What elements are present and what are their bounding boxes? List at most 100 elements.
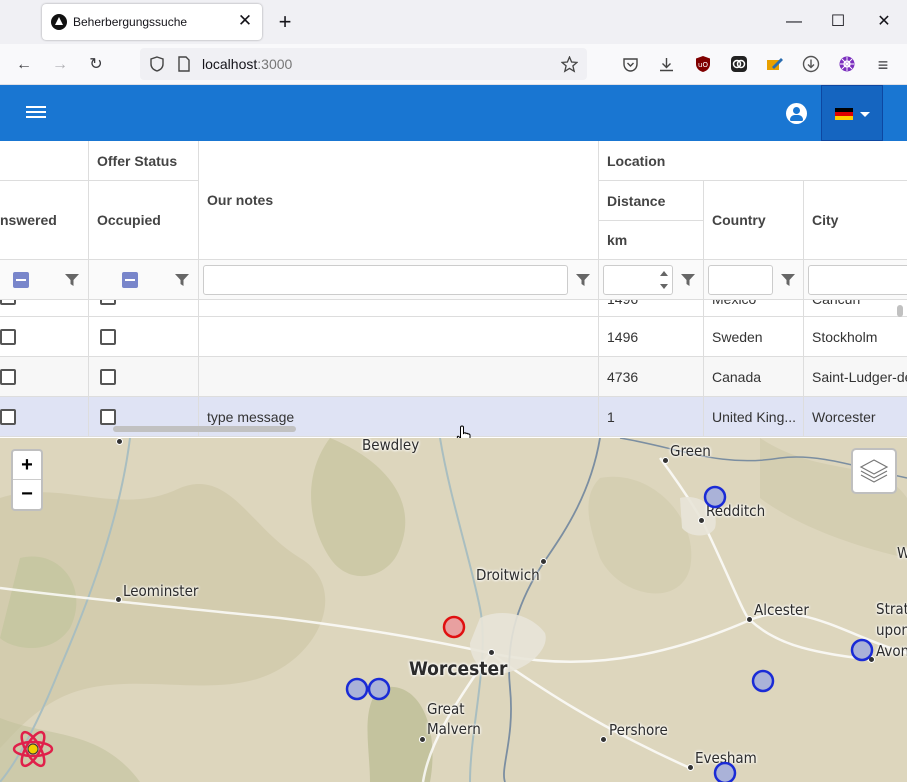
town-dot [488,649,495,656]
place-label-worcester: Worcester [409,658,508,680]
header-location: Location [599,141,907,181]
forward-icon[interactable]: → [47,52,73,78]
tri-state-checkbox[interactable] [13,272,29,288]
horizontal-scrollbar[interactable] [0,425,907,433]
spin-up-icon[interactable] [660,271,668,276]
zoom-out-button[interactable]: − [13,480,41,509]
town-dot [868,656,875,663]
header-distance-unit: km [599,221,704,260]
place-label-stratford-2: upon [876,621,907,639]
filter-icon[interactable] [576,273,590,287]
place-label-stratford-3: Avon [876,642,907,660]
browser-menu-icon[interactable]: ≡ [870,52,896,78]
extension-link-icon[interactable] [730,55,748,73]
tri-state-checkbox[interactable] [122,272,138,288]
checkbox[interactable] [0,409,16,425]
city-filter-input[interactable] [808,265,907,295]
back-icon[interactable]: ← [11,52,37,78]
filter-icon[interactable] [175,273,189,287]
url-host: localhost [202,56,258,72]
town-dot [746,616,753,623]
scrollbar-thumb[interactable] [113,426,296,432]
spin-down-icon[interactable] [660,284,668,289]
filter-occupied [89,260,199,300]
vertical-scrollbar-thumb[interactable] [897,305,903,317]
german-flag-icon [835,108,853,120]
filter-icon[interactable] [781,273,795,287]
layers-button[interactable] [851,448,897,494]
header-offer-status: Offer Status [89,141,199,181]
table-row[interactable]: 1496 Sweden Stockholm [0,317,907,357]
place-label-droitwich: Droitwich [476,566,540,584]
checkbox[interactable] [100,409,116,425]
place-label-leominster: Leominster [123,582,199,600]
shield-icon[interactable] [149,56,165,72]
react-devtools-icon[interactable] [12,728,54,770]
header-city[interactable]: City [804,181,907,260]
svg-text:uO: uO [698,61,708,69]
browser-tab[interactable]: Beherbergungssuche ✕ [42,4,262,40]
filter-country [704,260,804,300]
checkbox[interactable] [0,329,16,345]
caret-down-icon [860,112,870,117]
town-dot [698,517,705,524]
download-icon[interactable] [658,56,675,73]
notes-cell[interactable] [199,357,599,397]
filter-icon[interactable] [65,273,79,287]
tab-title: Beherbergungssuche [73,15,188,29]
window-close-icon[interactable]: ✕ [869,8,899,36]
table-row[interactable]: 4736 Canada Saint-Ludger-de [0,357,907,397]
pocket-icon[interactable] [622,56,639,73]
header-our-notes[interactable]: Our notes [199,141,599,260]
town-dot [115,596,122,603]
account-icon[interactable] [786,103,807,124]
place-label-green: Green [670,442,711,460]
zoom-control: + − [11,449,43,511]
maximize-icon[interactable]: ☐ [823,8,853,36]
minimize-icon[interactable]: — [779,8,809,36]
extension-flower-icon[interactable] [838,55,856,73]
ublock-icon[interactable]: uO [694,55,712,73]
place-label-redditch: Redditch [706,502,766,520]
extension-download-icon[interactable] [802,55,820,73]
town-dot [600,736,607,743]
notes-filter-input[interactable] [203,265,568,295]
place-label-great: Great [427,700,465,718]
filter-city [804,260,907,300]
bookmark-star-icon[interactable] [561,56,578,73]
header-occupied[interactable]: Occupied [89,181,199,260]
checkbox[interactable] [100,329,116,345]
filter-distance [599,260,704,300]
town-dot [687,764,694,771]
filter-icon[interactable] [681,273,695,287]
town-dot [662,457,669,464]
checkbox[interactable] [0,369,16,385]
city-cell: Stockholm [804,317,907,357]
country-filter-input[interactable] [708,265,773,295]
place-label-stratford-1: Strat [876,600,907,618]
town-dot [116,438,123,445]
header-distance[interactable]: Distance [599,181,704,221]
place-label-edge: W [897,544,907,562]
layers-icon [859,459,889,483]
notes-cell[interactable] [199,317,599,357]
answered-cell [0,357,89,397]
zoom-in-button[interactable]: + [13,451,41,480]
url-bar[interactable]: localhost:3000 [140,48,587,80]
checkbox[interactable] [100,369,116,385]
header-answered[interactable]: nswered [0,181,89,260]
header-country[interactable]: Country [704,181,804,260]
distance-filter-input[interactable] [603,265,673,295]
answered-cell [0,317,89,357]
menu-icon[interactable] [26,103,46,123]
place-label-malvern: Malvern [427,720,481,738]
url-text[interactable]: localhost:3000 [202,56,292,72]
place-label-evesham: Evesham [695,749,757,767]
new-tab-icon[interactable]: + [272,8,298,36]
reload-icon[interactable]: ↻ [83,52,109,78]
map-view[interactable]: + − Bewdley Green Redditch Droitwich Leo… [0,438,907,782]
tab-close-icon[interactable]: ✕ [234,10,256,32]
language-selector[interactable] [821,85,883,141]
extension-pen-icon[interactable] [766,55,784,73]
app-favicon-icon [51,14,67,30]
